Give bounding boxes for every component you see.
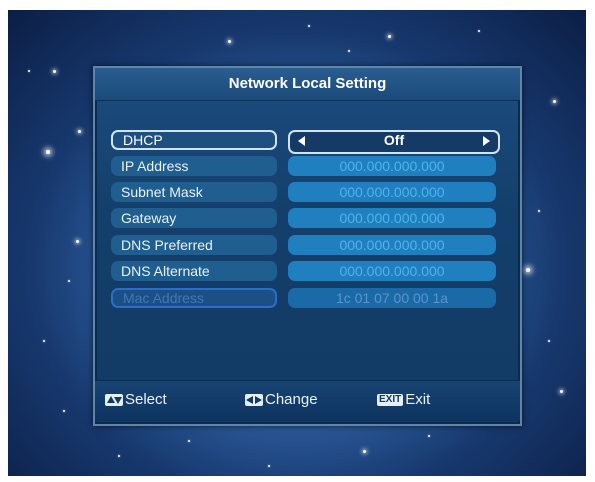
setting-row-dhcp[interactable]: DHCP Off: [111, 130, 505, 154]
star: [63, 410, 65, 412]
star: [78, 130, 81, 133]
star: [308, 25, 310, 27]
dialog-title: Network Local Setting: [95, 68, 520, 101]
star: [548, 340, 550, 342]
star: [28, 70, 30, 72]
mac-address-label: Mac Address: [111, 288, 277, 308]
star: [68, 280, 70, 282]
star: [228, 40, 231, 43]
dns-preferred-label: DNS Preferred: [111, 235, 277, 255]
hint-select-label: Select: [125, 391, 167, 408]
hint-select: Select: [105, 391, 167, 408]
setting-row-dns-alternate[interactable]: DNS Alternate 000.000.000.000: [111, 261, 505, 281]
star: [526, 268, 530, 272]
star: [428, 435, 430, 437]
left-right-arrows-icon: [245, 393, 263, 406]
dhcp-value[interactable]: Off: [288, 130, 500, 154]
gateway-field[interactable]: 000.000.000.000: [288, 208, 496, 228]
ip-address-label: IP Address: [111, 156, 277, 176]
setting-row-dns-preferred[interactable]: DNS Preferred 000.000.000.000: [111, 235, 505, 255]
star: [388, 35, 391, 38]
setting-row-gateway[interactable]: Gateway 000.000.000.000: [111, 208, 505, 228]
star: [560, 390, 563, 393]
mac-address-value: 1c 01 07 00 00 1a: [288, 288, 496, 308]
star: [76, 240, 79, 243]
star: [478, 30, 480, 32]
dns-alternate-label: DNS Alternate: [111, 261, 277, 281]
triangle-left-icon[interactable]: [298, 136, 305, 146]
star: [268, 465, 270, 467]
star: [46, 150, 50, 154]
dhcp-label: DHCP: [111, 130, 277, 150]
key-hints-bar: Select Change EXIT Exit: [95, 380, 520, 421]
tv-screen: Network Local Setting DHCP Off IP Addres…: [8, 10, 586, 476]
star: [363, 450, 366, 453]
subnet-mask-label: Subnet Mask: [111, 182, 277, 202]
hint-exit: EXIT Exit: [377, 391, 430, 408]
hint-change-label: Change: [265, 391, 318, 408]
star: [348, 50, 350, 52]
dns-preferred-field[interactable]: 000.000.000.000: [288, 235, 496, 255]
hint-exit-label: Exit: [405, 391, 431, 408]
exit-key-icon: EXIT: [377, 393, 404, 406]
triangle-right-icon[interactable]: [483, 136, 490, 146]
ip-address-field[interactable]: 000.000.000.000: [288, 156, 496, 176]
star: [538, 210, 540, 212]
star: [53, 70, 56, 73]
subnet-mask-field[interactable]: 000.000.000.000: [288, 182, 496, 202]
gateway-label: Gateway: [111, 208, 277, 228]
dns-alternate-field[interactable]: 000.000.000.000: [288, 261, 496, 281]
star: [553, 100, 556, 103]
star: [188, 440, 190, 442]
up-down-arrows-icon: [105, 393, 123, 406]
network-setting-dialog: Network Local Setting DHCP Off IP Addres…: [93, 66, 522, 426]
setting-row-mac-address: Mac Address 1c 01 07 00 00 1a: [111, 288, 505, 308]
setting-row-subnet-mask[interactable]: Subnet Mask 000.000.000.000: [111, 182, 505, 202]
setting-row-ip-address[interactable]: IP Address 000.000.000.000: [111, 156, 505, 176]
star: [118, 455, 120, 457]
dhcp-value-text: Off: [383, 132, 405, 148]
star: [43, 340, 45, 342]
hint-change: Change: [245, 391, 318, 408]
